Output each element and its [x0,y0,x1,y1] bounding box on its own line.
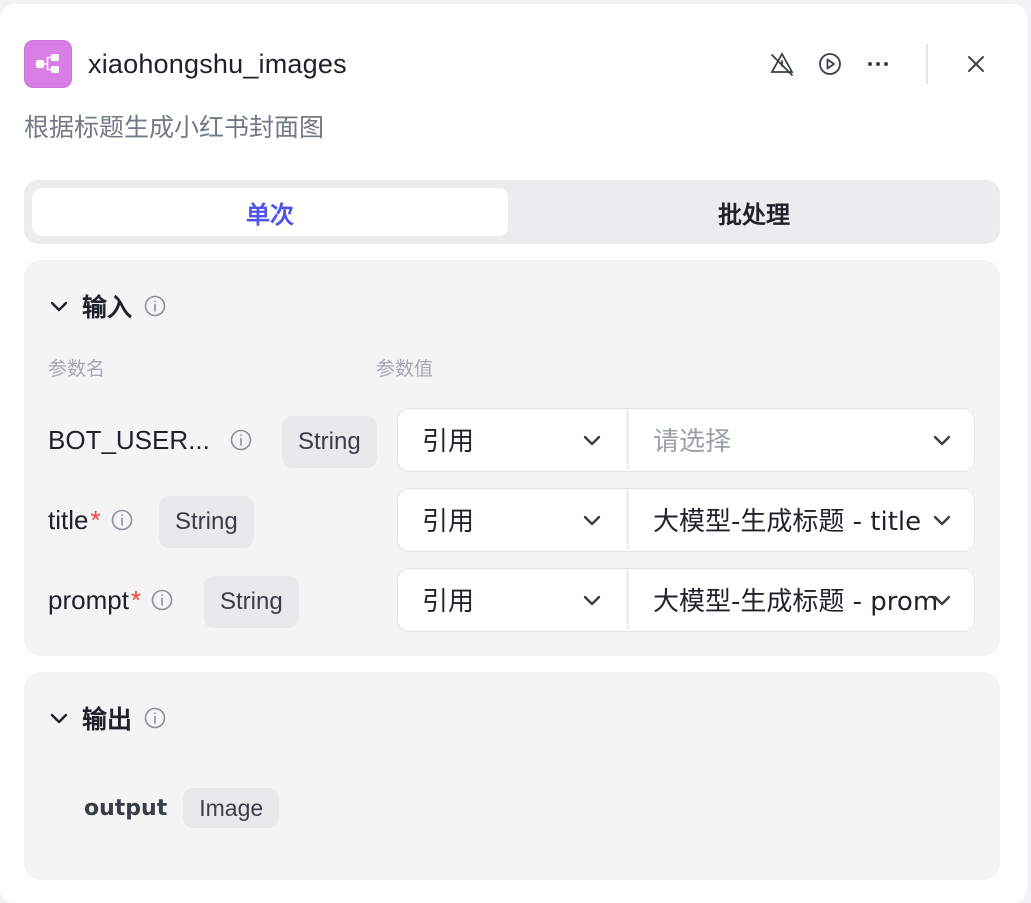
run-mode-tabs: 单次 批处理 [24,180,1000,244]
param-name: prompt * [48,568,173,632]
chevron-down-icon[interactable] [930,428,954,452]
input-section-header[interactable]: 输入 [48,288,166,324]
param-name: title * [48,488,133,552]
variable-select[interactable]: 大模型-生成标题 - prompt [629,569,937,630]
chevron-down-icon[interactable] [930,588,954,612]
info-icon[interactable] [111,509,133,531]
variable-select[interactable]: 大模型-生成标题 - title [629,489,937,550]
tab-batch[interactable]: 批处理 [516,188,992,236]
output-param-row: output Image [84,788,280,828]
param-name-text: prompt [48,584,129,615]
required-asterisk: * [130,584,142,615]
node-title[interactable]: xiaohongshu_images [88,44,347,84]
more-icon[interactable] [860,44,896,84]
chevron-down-icon[interactable] [930,508,954,532]
run-icon[interactable] [812,44,848,84]
reference-mode-label: 引用 [422,427,475,457]
param-type-tag: String [282,416,377,468]
param-name: BOT_USER... [48,408,252,472]
node-config-panel: xiaohongshu_images 根据标题生成小红书封面图 单次 批处理 输… [0,4,1027,903]
param-value-control: 引用 请选择 [397,408,975,472]
param-type-tag: String [204,576,299,628]
header-divider [926,44,928,84]
output-section: 输出 output Image [24,672,1000,880]
param-row: title * String 引用 大模型-生成标题 - title [24,488,1000,552]
info-icon[interactable] [144,295,166,317]
column-label-name: 参数名 [48,358,106,380]
variable-select[interactable]: 请选择 [629,409,937,470]
info-icon[interactable] [144,707,166,729]
node-description[interactable]: 根据标题生成小红书封面图 [24,108,324,144]
chevron-down-icon[interactable] [580,428,604,452]
param-type-tag: String [159,496,254,548]
input-section-title: 输入 [82,293,133,322]
tab-single[interactable]: 单次 [32,188,508,236]
output-type-tag: Image [183,788,280,828]
info-icon[interactable] [230,429,252,451]
param-row: prompt * String 引用 大模型-生成标题 - prompt [24,568,1000,632]
close-icon[interactable] [958,44,994,84]
column-label-value: 参数值 [376,358,434,380]
workflow-icon [24,40,72,88]
param-name-text: title [48,504,89,535]
required-asterisk: * [90,504,101,535]
output-section-title: 输出 [82,705,133,734]
chevron-down-icon[interactable] [48,295,70,317]
chevron-down-icon[interactable] [48,707,70,729]
input-section: 输入 参数名 参数值 BOT_USER... String 引用 请选择 tit… [24,260,1000,656]
debug-off-icon[interactable] [764,44,800,84]
chevron-down-icon[interactable] [580,508,604,532]
param-value-control: 引用 大模型-生成标题 - prompt [397,568,975,632]
param-row: BOT_USER... String 引用 请选择 [24,408,1000,472]
chevron-down-icon[interactable] [580,588,604,612]
param-name-text: BOT_USER... [48,424,210,455]
output-param-name: output [84,795,168,821]
reference-mode-label: 引用 [422,507,475,537]
info-icon[interactable] [151,589,173,611]
output-section-header[interactable]: 输出 [48,700,166,736]
param-value-control: 引用 大模型-生成标题 - title [397,488,975,552]
reference-mode-label: 引用 [422,587,475,617]
